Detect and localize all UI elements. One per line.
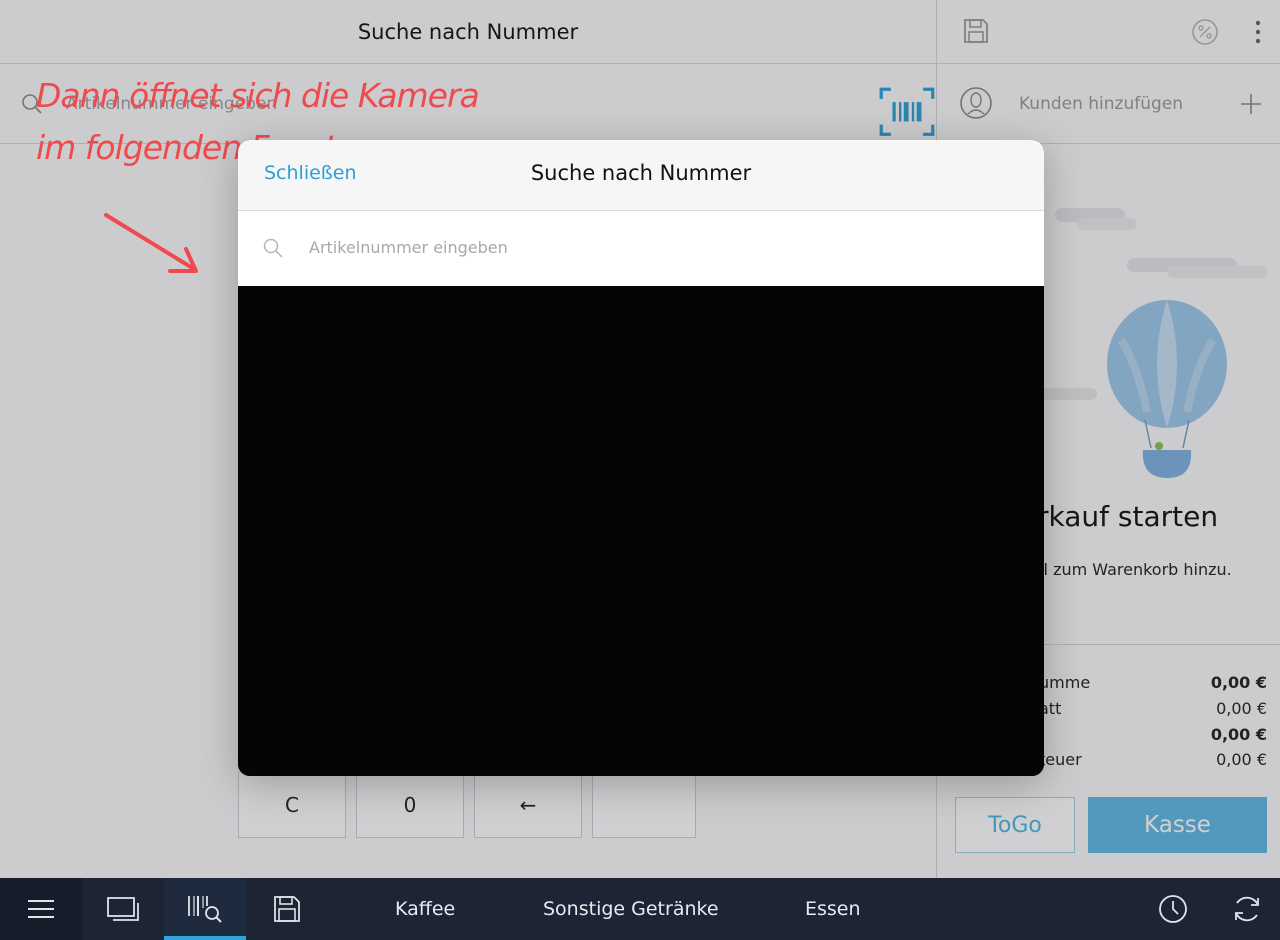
screens-icon <box>107 897 139 921</box>
clock-icon <box>1159 895 1187 923</box>
screens-button[interactable] <box>82 878 164 940</box>
article-number-input[interactable]: Artikelnummer eingeben <box>309 238 508 257</box>
history-button[interactable] <box>1132 878 1214 940</box>
menu-button[interactable] <box>0 878 82 940</box>
category-tab-sonstige-getraenke[interactable]: Sonstige Getränke <box>543 878 719 940</box>
sync-button[interactable] <box>1206 878 1280 940</box>
modal-header: Suche nach Nummer Schließen <box>238 140 1044 211</box>
menu-icon <box>28 900 54 918</box>
search-icon <box>263 238 283 258</box>
saved-carts-button[interactable] <box>246 878 328 940</box>
app-root: Suche nach Nummer Artikelnummer eingeben… <box>0 0 1280 940</box>
save-icon <box>274 896 300 922</box>
bottom-navigation: Kaffee Sonstige Getränke Essen <box>0 878 1280 940</box>
annotation-line-1: Dann öffnet sich die Kamera <box>36 76 480 115</box>
close-button[interactable]: Schließen <box>264 162 357 184</box>
modal-title: Suche nach Nummer <box>530 161 752 185</box>
sync-icon <box>1235 896 1259 922</box>
barcode-search-icon <box>188 896 222 923</box>
category-tab-kaffee[interactable]: Kaffee <box>395 878 455 940</box>
barcode-search-button[interactable] <box>164 878 246 940</box>
modal-search-bar[interactable]: Artikelnummer eingeben <box>238 211 1044 286</box>
search-by-number-modal: Suche nach Nummer Schließen Artikelnumme… <box>238 140 1044 776</box>
camera-view[interactable] <box>238 286 1044 776</box>
annotation-arrow-icon <box>104 213 198 273</box>
category-tab-essen[interactable]: Essen <box>805 878 861 940</box>
